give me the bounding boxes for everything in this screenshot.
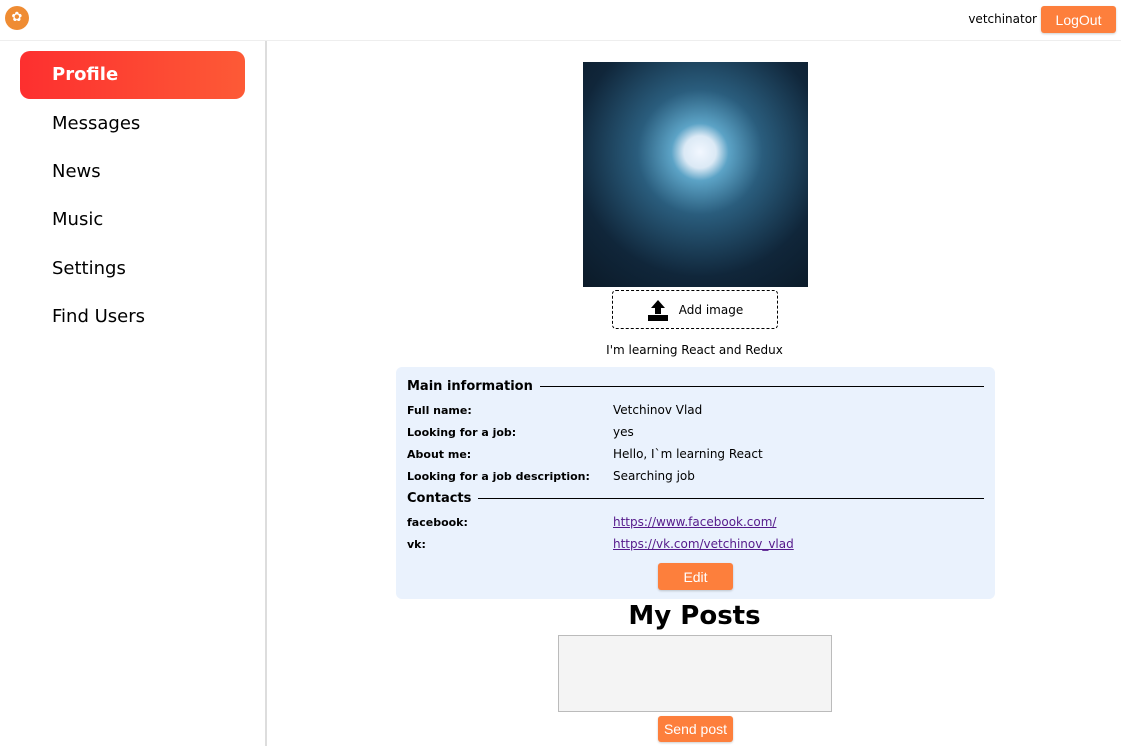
field-label: Looking for a job: (407, 425, 517, 439)
field-label: About me: (407, 447, 472, 461)
profile-info-panel: Main information Full name: Vetchinov Vla… (396, 367, 995, 599)
info-row: About me: Hello, I`m learning React (407, 443, 984, 465)
new-post-input[interactable] (558, 635, 832, 712)
field-value: Searching job (613, 469, 695, 483)
info-row: Full name: Vetchinov Vlad (407, 399, 984, 421)
field-value: yes (613, 425, 634, 439)
sidebar: Profile Messages News Music Settings Fin… (0, 41, 267, 746)
sidebar-item-find-users[interactable]: Find Users (20, 293, 245, 341)
field-label: Full name: (407, 403, 472, 417)
profile-page: Add image I'm learning React and Redux M… (268, 41, 1121, 746)
logout-button[interactable]: LogOut (1041, 6, 1116, 33)
contacts-heading: Contacts (407, 491, 472, 506)
info-row: Looking for a job description: Searching … (407, 465, 984, 487)
sidebar-item-settings[interactable]: Settings (20, 245, 245, 293)
info-row: Looking for a job: yes (407, 421, 984, 443)
my-posts-heading: My Posts (628, 601, 761, 631)
send-post-button[interactable]: Send post (658, 716, 733, 742)
edit-button[interactable]: Edit (658, 563, 733, 590)
sidebar-item-messages[interactable]: Messages (20, 100, 245, 148)
vk-link[interactable]: https://vk.com/vetchinov_vlad (613, 537, 794, 551)
profile-status[interactable]: I'm learning React and Redux (268, 343, 1121, 357)
contact-label: facebook: (407, 515, 468, 529)
add-image-button[interactable]: Add image (612, 290, 778, 329)
logo-icon[interactable]: ✿ (5, 6, 29, 30)
sidebar-item-news[interactable]: News (20, 148, 245, 196)
add-image-label: Add image (678, 302, 744, 317)
header: ✿ vetchinator LogOut (0, 0, 1121, 41)
sidebar-item-profile[interactable]: Profile (20, 51, 245, 99)
facebook-link[interactable]: https://www.facebook.com/ (613, 515, 776, 529)
username: vetchinator (968, 12, 1037, 26)
contact-row: vk: https://vk.com/vetchinov_vlad (407, 533, 984, 555)
divider (539, 386, 984, 387)
divider (478, 498, 984, 499)
field-value: Hello, I`m learning React (613, 447, 763, 461)
field-value: Vetchinov Vlad (613, 403, 703, 417)
contact-row: facebook: https://www.facebook.com/ (407, 511, 984, 533)
main-information-heading: Main information (407, 379, 533, 394)
sidebar-item-music[interactable]: Music (20, 196, 245, 244)
upload-icon (647, 299, 668, 321)
contact-label: vk: (407, 537, 426, 551)
profile-avatar (583, 62, 808, 287)
field-label: Looking for a job description: (407, 469, 590, 483)
